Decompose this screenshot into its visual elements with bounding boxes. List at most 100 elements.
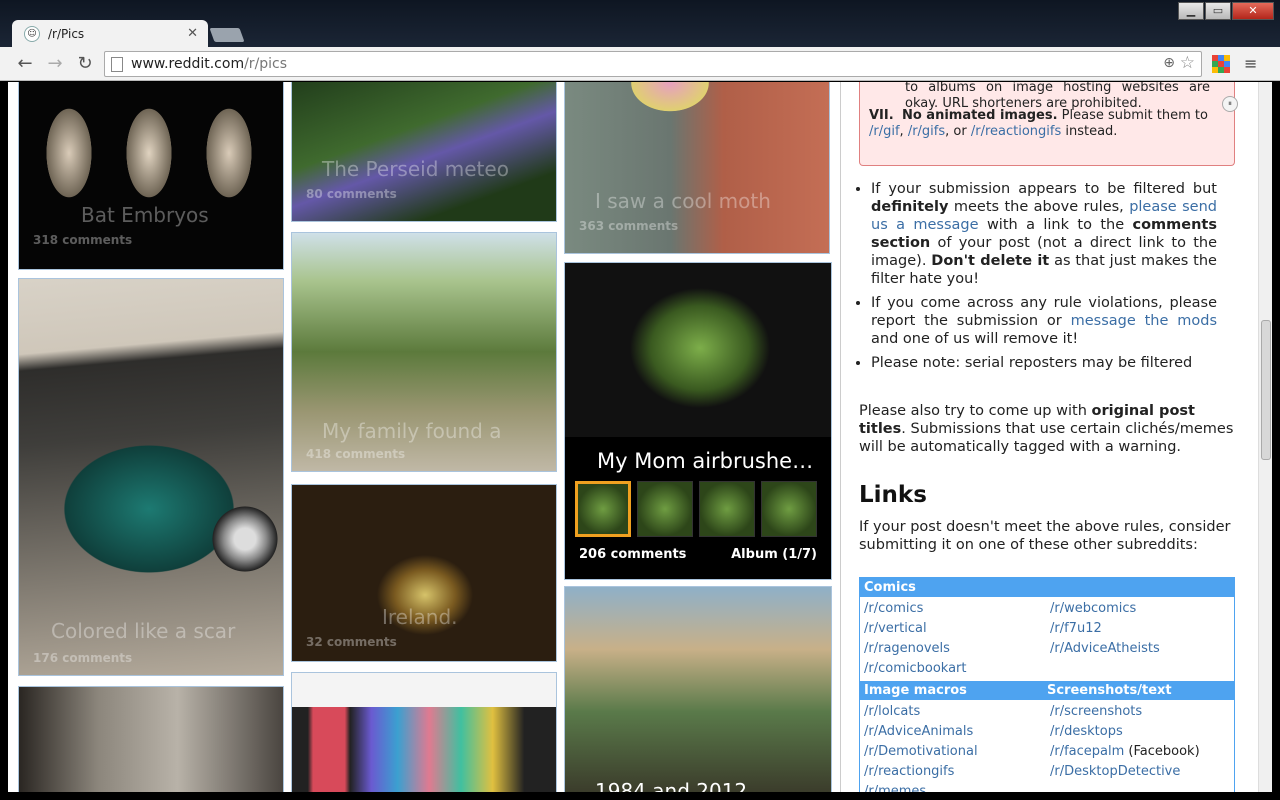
album-thumbnails: [575, 481, 823, 537]
extension-grid-icon[interactable]: [1212, 55, 1230, 73]
subreddit-link[interactable]: /r/ragenovels: [864, 641, 950, 656]
text: with a link to the: [978, 217, 1133, 233]
comics-header: Comics: [864, 580, 916, 595]
post-caption: Bat Embryos: [81, 203, 209, 227]
text: meets the above rules,: [948, 199, 1130, 215]
post-image: [565, 587, 831, 792]
post-caption: Colored like a scar: [51, 619, 236, 643]
back-button[interactable]: ←: [14, 53, 36, 75]
post-tile[interactable]: The Perseid meteo 80 comments: [291, 82, 557, 222]
rule-7-separator: , or: [945, 124, 971, 139]
subreddit-link[interactable]: /r/Demotivational: [864, 744, 978, 759]
page-icon: [111, 56, 123, 72]
rule-7-text: Please submit them to: [1057, 108, 1208, 123]
post-tile[interactable]: [18, 686, 284, 792]
sidebar-bullets: If your submission appears to be filtere…: [871, 180, 1217, 378]
screenshots-header: Screenshots/text: [1047, 683, 1172, 698]
subreddit-link[interactable]: /r/facepalm: [1050, 744, 1124, 759]
link-r-reactiongifs[interactable]: /r/reactiongifs: [971, 124, 1061, 139]
macros-links: /r/lolcats /r/screenshots /r/AdviceAnima…: [860, 700, 1234, 792]
post-caption: Ireland.: [382, 605, 458, 629]
post-tile[interactable]: Ireland. 32 comments: [291, 484, 557, 662]
zoom-icon[interactable]: ⊕: [1163, 55, 1175, 71]
url-path: /r/pics: [244, 56, 288, 72]
post-comments: 363 comments: [579, 219, 679, 233]
new-tab-button[interactable]: [209, 28, 245, 42]
subreddit-link[interactable]: /r/lolcats: [864, 704, 920, 719]
subreddit-link[interactable]: /r/AdviceAnimals: [864, 724, 973, 739]
subreddit-links-table: Comics /r/comics /r/webcomics /r/vertica…: [859, 577, 1235, 792]
post-tile[interactable]: [291, 672, 557, 792]
table-header: Image macros Screenshots/text: [860, 681, 1234, 700]
table-header: Comics: [860, 578, 1234, 597]
text: . Submissions that use certain clichés/m…: [859, 421, 1234, 455]
post-tile[interactable]: Colored like a scar 176 comments: [18, 278, 284, 676]
scrollbar-thumb[interactable]: [1261, 320, 1271, 460]
close-window-button[interactable]: ✕: [1232, 2, 1274, 20]
post-image: [565, 263, 831, 437]
url-host: www.reddit.com: [131, 56, 245, 72]
post-comments[interactable]: 206 comments: [579, 547, 686, 562]
post-comments: 176 comments: [33, 651, 133, 665]
post-comments: 318 comments: [33, 233, 133, 247]
message-mods-link[interactable]: message the mods: [1071, 313, 1217, 329]
post-caption: My family found a: [322, 419, 502, 443]
browser-tab[interactable]: ☺ /r/Pics ✕: [12, 20, 208, 48]
bullet-violations: If you come across any rule violations, …: [871, 294, 1217, 348]
macros-header: Image macros: [864, 683, 967, 698]
reload-button[interactable]: ↻: [74, 53, 96, 75]
album-thumbnail[interactable]: [575, 481, 631, 537]
pause-icon[interactable]: ⏸: [1222, 96, 1238, 112]
subreddit-link[interactable]: /r/comics: [864, 601, 923, 616]
reddit-favicon-icon: ☺: [24, 26, 40, 42]
link-r-gifs[interactable]: /r/gifs: [908, 124, 945, 139]
post-tile[interactable]: 1984 and 2012: [564, 586, 832, 792]
album-thumbnail[interactable]: [699, 481, 755, 537]
facebook-note: (Facebook): [1124, 744, 1200, 759]
subreddit-link[interactable]: /r/webcomics: [1050, 601, 1136, 616]
car-shape: [29, 389, 259, 619]
tab-close-icon[interactable]: ✕: [187, 26, 198, 41]
page-content: Bat Embryos 318 comments Colored like a …: [8, 82, 1272, 792]
post-caption: The Perseid meteo: [322, 157, 509, 181]
url-text: www.reddit.com/r/pics: [131, 56, 287, 72]
post-caption: 1984 and 2012: [595, 779, 748, 792]
subreddit-link[interactable]: /r/f7u12: [1050, 621, 1102, 636]
album-thumbnail[interactable]: [761, 481, 817, 537]
maximize-button[interactable]: ▭: [1205, 2, 1231, 20]
album-post-tile[interactable]: My Mom airbrushe… 206 comments Album (1/…: [564, 262, 832, 580]
subreddit-link[interactable]: /r/screenshots: [1050, 704, 1142, 719]
bullet-reposters: Please note: serial reposters may be fil…: [871, 354, 1217, 372]
post-tile[interactable]: My family found a 418 comments: [291, 232, 557, 472]
links-intro: If your post doesn't meet the above rule…: [859, 519, 1231, 553]
subreddit-link[interactable]: /r/memes: [864, 784, 926, 792]
address-bar[interactable]: www.reddit.com/r/pics ⊕ ☆: [104, 51, 1202, 77]
post-comments: 80 comments: [306, 187, 397, 201]
bookmark-star-icon[interactable]: ☆: [1180, 53, 1195, 73]
post-caption: My Mom airbrushe…: [597, 449, 814, 473]
chrome-menu-icon[interactable]: ≡: [1244, 55, 1260, 73]
links-heading: Links: [859, 482, 927, 508]
browser-window: ☺ /r/Pics ✕ ▁ ▭ ✕ ← → ↻ www.reddit.com/r…: [0, 0, 1280, 800]
subreddit-link[interactable]: /r/comicbookart: [864, 661, 967, 676]
post-tile[interactable]: Bat Embryos 318 comments: [18, 82, 284, 270]
forward-button[interactable]: →: [44, 53, 66, 75]
vertical-scrollbar[interactable]: [1258, 82, 1272, 792]
subreddit-link[interactable]: /r/DesktopDetective: [1050, 764, 1180, 779]
subreddit-link[interactable]: /r/desktops: [1050, 724, 1123, 739]
subreddit-link[interactable]: /r/AdviceAtheists: [1050, 641, 1160, 656]
rule-7: VII. No animated images. Please submit t…: [869, 108, 1209, 140]
post-tile[interactable]: I saw a cool moth 363 comments: [564, 82, 830, 254]
post-comments: 32 comments: [306, 635, 397, 649]
album-thumbnail[interactable]: [637, 481, 693, 537]
link-r-gif[interactable]: /r/gif: [869, 124, 900, 139]
album-counter: Album (1/7): [731, 547, 817, 562]
subreddit-link[interactable]: /r/reactiongifs: [864, 764, 954, 779]
browser-toolbar: ← → ↻ www.reddit.com/r/pics ⊕ ☆ ≡: [0, 47, 1280, 81]
minimize-button[interactable]: ▁: [1178, 2, 1204, 20]
tab-title: /r/Pics: [48, 27, 85, 41]
subreddit-link[interactable]: /r/vertical: [864, 621, 927, 636]
text-bold: Don't delete it: [931, 253, 1050, 269]
rule-7-number: VII.: [869, 108, 894, 123]
wheel-shape: [207, 501, 283, 577]
